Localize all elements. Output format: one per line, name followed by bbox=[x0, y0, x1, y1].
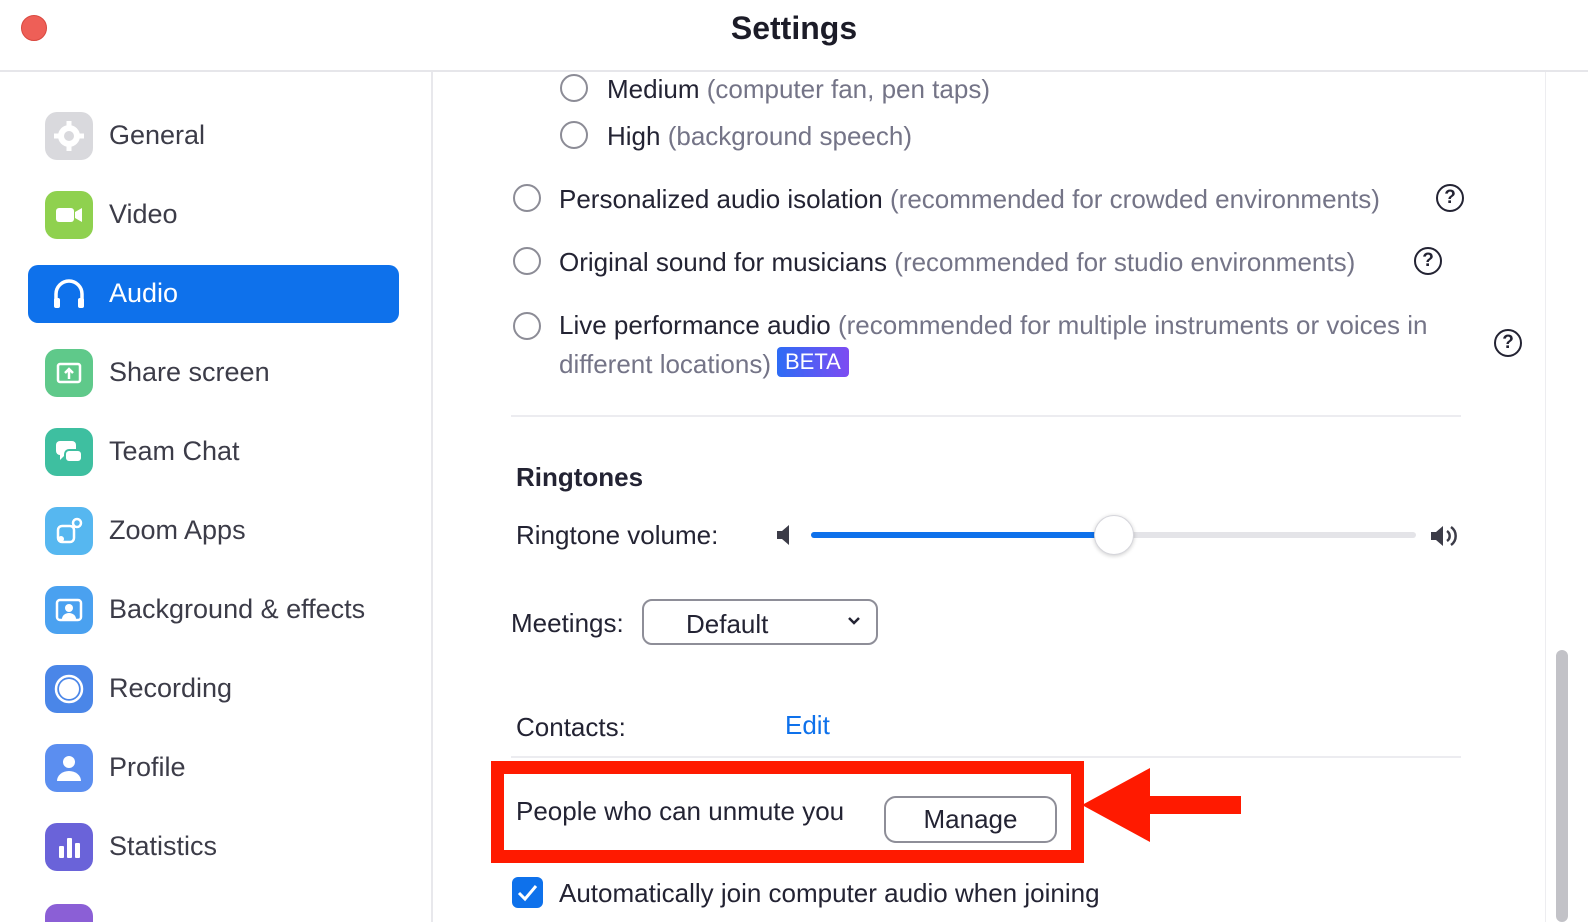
sidebar-item-label: Statistics bbox=[109, 831, 218, 861]
beta-badge: BETA bbox=[776, 347, 849, 377]
sidebar-item-zoom-apps[interactable]: Zoom Apps bbox=[28, 502, 399, 560]
sidebar-item-label: Share screen bbox=[109, 357, 270, 387]
contacts-label: Contacts: bbox=[516, 712, 626, 742]
sidebar-item-label: Recording bbox=[109, 673, 233, 703]
option-label: Live performance audio bbox=[559, 310, 831, 340]
annotation-arrow-icon bbox=[1076, 765, 1246, 850]
ringtone-volume-slider[interactable] bbox=[811, 515, 1416, 555]
option-note: (recommended for crowded environments) bbox=[890, 184, 1380, 214]
divider bbox=[511, 415, 1461, 417]
headphones-icon bbox=[45, 270, 93, 318]
option-note: (computer fan, pen taps) bbox=[706, 74, 990, 104]
sidebar-item-label: Profile bbox=[109, 752, 186, 782]
auto-join-audio-label: Automatically join computer audio when j… bbox=[559, 878, 1100, 908]
personalized-audio-isolation-radio[interactable] bbox=[513, 184, 541, 212]
option-label: Original sound for musicians bbox=[559, 247, 888, 277]
sidebar-item-statistics[interactable]: Statistics bbox=[28, 818, 399, 876]
ringtones-title: Ringtones bbox=[516, 462, 644, 492]
suppression-medium-option: Medium (computer fan, pen taps) bbox=[607, 74, 990, 105]
sidebar-item-team-chat[interactable]: Team Chat bbox=[28, 423, 399, 481]
option-label: High bbox=[607, 121, 661, 151]
sidebar-item-label: General bbox=[109, 120, 206, 150]
option-note: different locations) bbox=[559, 349, 771, 379]
sidebar-item-next-icon[interactable] bbox=[45, 904, 93, 922]
ringtone-volume-label: Ringtone volume: bbox=[516, 520, 719, 550]
suppression-high-option: High (background speech) bbox=[607, 121, 912, 152]
background-icon bbox=[45, 586, 93, 634]
help-icon[interactable]: ? bbox=[1436, 184, 1464, 212]
person-icon bbox=[45, 744, 93, 792]
sidebar-item-label: Zoom Apps bbox=[109, 515, 246, 545]
sidebar-item-audio[interactable]: Audio bbox=[28, 265, 399, 323]
select-value: Default bbox=[686, 609, 769, 639]
gear-icon bbox=[45, 112, 93, 160]
chevron-down-icon bbox=[846, 613, 862, 634]
slider-fill bbox=[811, 532, 1114, 538]
apps-icon bbox=[45, 507, 93, 555]
sidebar-item-label: Audio bbox=[109, 278, 179, 308]
original-sound-option: Original sound for musicians (recommende… bbox=[559, 247, 1355, 278]
meetings-label: Meetings: bbox=[511, 608, 624, 638]
annotation-highlight-box bbox=[491, 761, 1084, 863]
option-note: (recommended for studio environments) bbox=[894, 247, 1356, 277]
sidebar-item-label: Video bbox=[109, 199, 178, 229]
help-icon[interactable]: ? bbox=[1414, 247, 1442, 275]
scrollbar-thumb[interactable] bbox=[1556, 650, 1568, 922]
option-note: (recommended for multiple instruments or… bbox=[837, 310, 1428, 340]
suppression-medium-radio[interactable] bbox=[560, 74, 588, 102]
video-camera-icon bbox=[45, 191, 93, 239]
recording-icon bbox=[45, 665, 93, 713]
option-label: Personalized audio isolation bbox=[559, 184, 883, 214]
sidebar-item-recording[interactable]: Recording bbox=[28, 660, 399, 718]
sidebar-item-video[interactable]: Video bbox=[28, 186, 399, 244]
sidebar-item-label: Team Chat bbox=[109, 436, 240, 466]
sidebar-item-general[interactable]: General bbox=[28, 107, 399, 165]
slider-thumb[interactable] bbox=[1093, 515, 1134, 555]
live-performance-audio-option: Live performance audio (recommended for … bbox=[559, 310, 1428, 341]
sidebar-item-label: Background & effects bbox=[109, 594, 366, 624]
window-title: Settings bbox=[730, 10, 858, 46]
option-note: (background speech) bbox=[667, 121, 912, 151]
original-sound-radio[interactable] bbox=[513, 247, 541, 275]
settings-sidebar: General Video Audio Share screen Team Ch… bbox=[0, 72, 433, 922]
auto-join-audio-checkbox[interactable] bbox=[512, 877, 543, 908]
sidebar-item-share-screen[interactable]: Share screen bbox=[28, 344, 399, 402]
live-performance-audio-option-line2: different locations) BETA bbox=[559, 347, 849, 380]
personalized-audio-isolation-option: Personalized audio isolation (recommende… bbox=[559, 184, 1380, 215]
meetings-ringtone-select[interactable]: Default bbox=[642, 599, 878, 645]
share-screen-icon bbox=[45, 349, 93, 397]
option-label: Medium bbox=[607, 74, 700, 104]
title-bar: Settings bbox=[0, 0, 1588, 72]
sidebar-item-background-effects[interactable]: Background & effects bbox=[28, 581, 399, 639]
contacts-edit-link[interactable]: Edit bbox=[785, 710, 830, 741]
live-performance-audio-radio[interactable] bbox=[513, 312, 541, 340]
chat-bubbles-icon bbox=[45, 428, 93, 476]
scrollbar[interactable] bbox=[1545, 72, 1588, 922]
suppression-high-radio[interactable] bbox=[560, 121, 588, 149]
help-icon[interactable]: ? bbox=[1494, 329, 1522, 357]
sidebar-item-profile[interactable]: Profile bbox=[28, 739, 399, 797]
divider bbox=[511, 756, 1461, 758]
bar-chart-icon bbox=[45, 823, 93, 871]
speaker-high-icon bbox=[1429, 523, 1461, 554]
speaker-low-icon bbox=[775, 523, 795, 552]
